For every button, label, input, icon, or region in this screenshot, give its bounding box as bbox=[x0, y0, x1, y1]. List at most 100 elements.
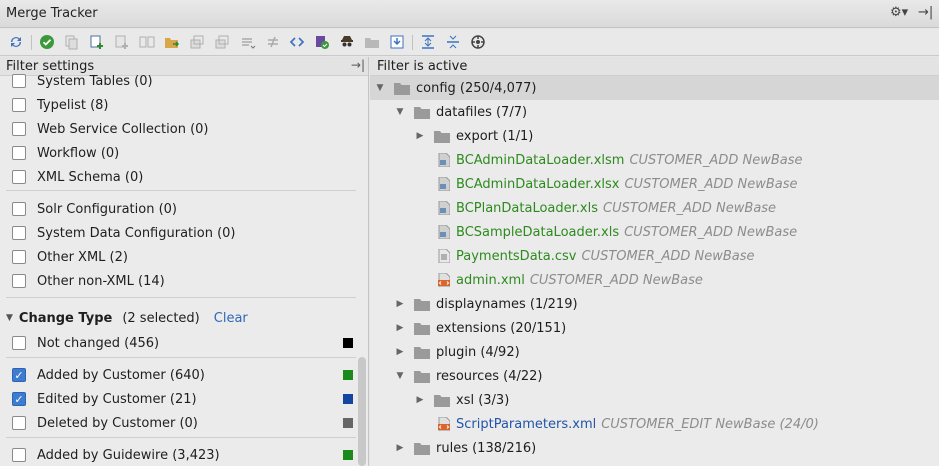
tree-folder-row[interactable]: ▶ plugin (4/92) bbox=[370, 340, 939, 364]
tree-node-name: rules (138/216) bbox=[436, 440, 537, 456]
folder-icon bbox=[414, 346, 430, 359]
collapse-arrow-icon[interactable]: ▼ bbox=[394, 107, 406, 117]
folder-icon bbox=[414, 442, 430, 455]
folder-icon[interactable] bbox=[363, 33, 381, 51]
stack-icon[interactable] bbox=[188, 33, 206, 51]
folder-icon bbox=[394, 82, 410, 95]
section-divider bbox=[6, 297, 356, 298]
tree-node-name: datafiles (7/7) bbox=[436, 104, 528, 120]
change-type-not-changed[interactable]: Not changed (456) bbox=[12, 333, 159, 353]
checkbox[interactable] bbox=[12, 146, 26, 160]
accept-icon[interactable] bbox=[38, 33, 56, 51]
filter-item-workflow[interactable]: Workflow (0) bbox=[12, 143, 119, 163]
tree-folder-row[interactable]: ▶ displaynames (1/219) bbox=[370, 292, 939, 316]
filter-item-xml-schema[interactable]: XML Schema (0) bbox=[12, 167, 143, 187]
tree-file-row[interactable]: admin.xml CUSTOMER_ADD NewBase bbox=[370, 268, 939, 292]
checkbox[interactable] bbox=[12, 336, 26, 350]
tree-folder-row[interactable]: ▶ rules (138/216) bbox=[370, 436, 939, 460]
collapse-arrow-icon[interactable]: ▼ bbox=[394, 371, 406, 381]
copy-icon[interactable] bbox=[62, 33, 80, 51]
filter-item-other-non-xml[interactable]: Other non-XML (14) bbox=[12, 271, 165, 291]
settings-circle-icon[interactable] bbox=[469, 33, 487, 51]
tree-node-name: BCPlanDataLoader.xls bbox=[456, 200, 599, 216]
tree-node-name: displaynames (1/219) bbox=[436, 296, 578, 312]
tree-header: Filter is active bbox=[370, 57, 939, 76]
expand-arrow-icon[interactable]: ▶ bbox=[394, 299, 406, 309]
compare-icon[interactable] bbox=[138, 33, 156, 51]
change-type-section-header[interactable]: ▼ Change Type (2 selected) Clear bbox=[6, 308, 248, 328]
clear-link[interactable]: Clear bbox=[214, 311, 248, 326]
checkbox[interactable]: ✓ bbox=[12, 368, 26, 382]
folder-icon bbox=[414, 370, 430, 383]
tree-node-name: BCAdminDataLoader.xlsx bbox=[456, 176, 620, 192]
expand-arrow-icon[interactable]: ▶ bbox=[414, 131, 426, 141]
expand-all-icon[interactable] bbox=[419, 33, 437, 51]
checkbox[interactable] bbox=[12, 74, 26, 88]
tree-file-row[interactable]: BCAdminDataLoader.xlsm CUSTOMER_ADD NewBa… bbox=[370, 148, 939, 172]
tree-folder-row[interactable]: ▼ config (250/4,077) bbox=[370, 76, 939, 100]
code-icon[interactable] bbox=[288, 33, 306, 51]
change-type-label: Not changed (456) bbox=[37, 335, 160, 351]
filter-item-label: Solr Configuration (0) bbox=[37, 201, 178, 217]
checkbox[interactable] bbox=[12, 226, 26, 240]
change-type-added-by-customer[interactable]: ✓ Added by Customer (640) bbox=[12, 365, 205, 385]
tree-file-row[interactable]: BCSampleDataLoader.xls CUSTOMER_ADD NewBa… bbox=[370, 220, 939, 244]
tree-folder-row[interactable]: ▼ datafiles (7/7) bbox=[370, 100, 939, 124]
expand-arrow-icon[interactable]: ▶ bbox=[414, 395, 426, 405]
hide-icon[interactable]: →| bbox=[918, 5, 933, 20]
checkbox[interactable] bbox=[12, 448, 26, 462]
checkbox[interactable] bbox=[12, 416, 26, 430]
checkbox[interactable] bbox=[12, 202, 26, 216]
spreadsheet-icon bbox=[438, 152, 451, 168]
tree-file-row[interactable]: PaymentsData.csv CUSTOMER_ADD NewBase bbox=[370, 244, 939, 268]
duplicate-icon[interactable] bbox=[113, 33, 131, 51]
checkbox[interactable] bbox=[12, 250, 26, 264]
expand-arrow-icon[interactable]: ▶ bbox=[394, 323, 406, 333]
check-file-icon[interactable] bbox=[313, 33, 331, 51]
tree-node-meta: CUSTOMER_ADD NewBase bbox=[629, 152, 803, 168]
export-icon[interactable] bbox=[388, 33, 406, 51]
checkbox[interactable] bbox=[12, 274, 26, 288]
filter-item-typelist[interactable]: Typelist (8) bbox=[12, 95, 109, 115]
pin-icon[interactable]: →| bbox=[351, 58, 365, 72]
collapse-arrow-icon[interactable]: ▼ bbox=[374, 83, 386, 93]
change-type-added-by-guidewire[interactable]: Added by Guidewire (3,423) bbox=[12, 445, 220, 465]
tree-folder-row[interactable]: ▶ export (1/1) bbox=[370, 124, 939, 148]
change-type-edited-by-customer[interactable]: ✓ Edited by Customer (21) bbox=[12, 389, 197, 409]
tree-folder-row[interactable]: ▶ extensions (20/151) bbox=[370, 316, 939, 340]
change-type-deleted-by-customer[interactable]: Deleted by Customer (0) bbox=[12, 413, 198, 433]
tree-file-row[interactable]: BCAdminDataLoader.xlsx CUSTOMER_ADD NewBa… bbox=[370, 172, 939, 196]
tree-node-name: BCAdminDataLoader.xlsm bbox=[456, 152, 625, 168]
filter-item-solr-configuration[interactable]: Solr Configuration (0) bbox=[12, 199, 177, 219]
tree-file-row[interactable]: BCPlanDataLoader.xls CUSTOMER_ADD NewBase bbox=[370, 196, 939, 220]
filter-item-system-tables[interactable]: System Tables (0) bbox=[12, 71, 153, 91]
tree-folder-row[interactable]: ▶ xsl (3/3) bbox=[370, 388, 939, 412]
list-icon[interactable] bbox=[239, 33, 257, 51]
expand-arrow-icon[interactable]: ▶ bbox=[394, 347, 406, 357]
tree-folder-row[interactable]: ▼ resources (4/22) bbox=[370, 364, 939, 388]
collapse-all-icon[interactable] bbox=[444, 33, 462, 51]
move-icon[interactable] bbox=[163, 33, 181, 51]
merge-tree-panel: Filter is active ▼ config (250/4,077) ▼ dat… bbox=[370, 57, 939, 466]
add-icon[interactable] bbox=[88, 33, 106, 51]
change-type-label: Edited by Customer (21) bbox=[37, 391, 197, 407]
checkbox[interactable] bbox=[12, 170, 26, 184]
expand-arrow-icon[interactable]: ▶ bbox=[394, 443, 406, 453]
tree-file-row[interactable]: ScriptParameters.xml CUSTOMER_EDIT NewBas… bbox=[370, 412, 939, 436]
checkbox[interactable] bbox=[12, 122, 26, 136]
refresh-icon[interactable] bbox=[7, 33, 25, 51]
stack2-icon[interactable] bbox=[213, 33, 231, 51]
checkbox[interactable] bbox=[12, 98, 26, 112]
folder-icon bbox=[414, 106, 430, 119]
not-equal-icon[interactable] bbox=[264, 33, 282, 51]
filter-item-web-service-collection[interactable]: Web Service Collection (0) bbox=[12, 119, 209, 139]
spy-icon[interactable] bbox=[338, 33, 356, 51]
filter-item-system-data-configuration[interactable]: System Data Configuration (0) bbox=[12, 223, 236, 243]
left-scrollbar[interactable] bbox=[358, 357, 366, 466]
filter-item-other-xml[interactable]: Other XML (2) bbox=[12, 247, 128, 267]
collapse-triangle-icon[interactable]: ▼ bbox=[6, 313, 13, 323]
group-divider bbox=[6, 357, 356, 358]
checkbox[interactable]: ✓ bbox=[12, 392, 26, 406]
gear-icon[interactable]: ⚙▾ bbox=[890, 5, 908, 20]
filter-item-label: Other non-XML (14) bbox=[37, 273, 165, 289]
